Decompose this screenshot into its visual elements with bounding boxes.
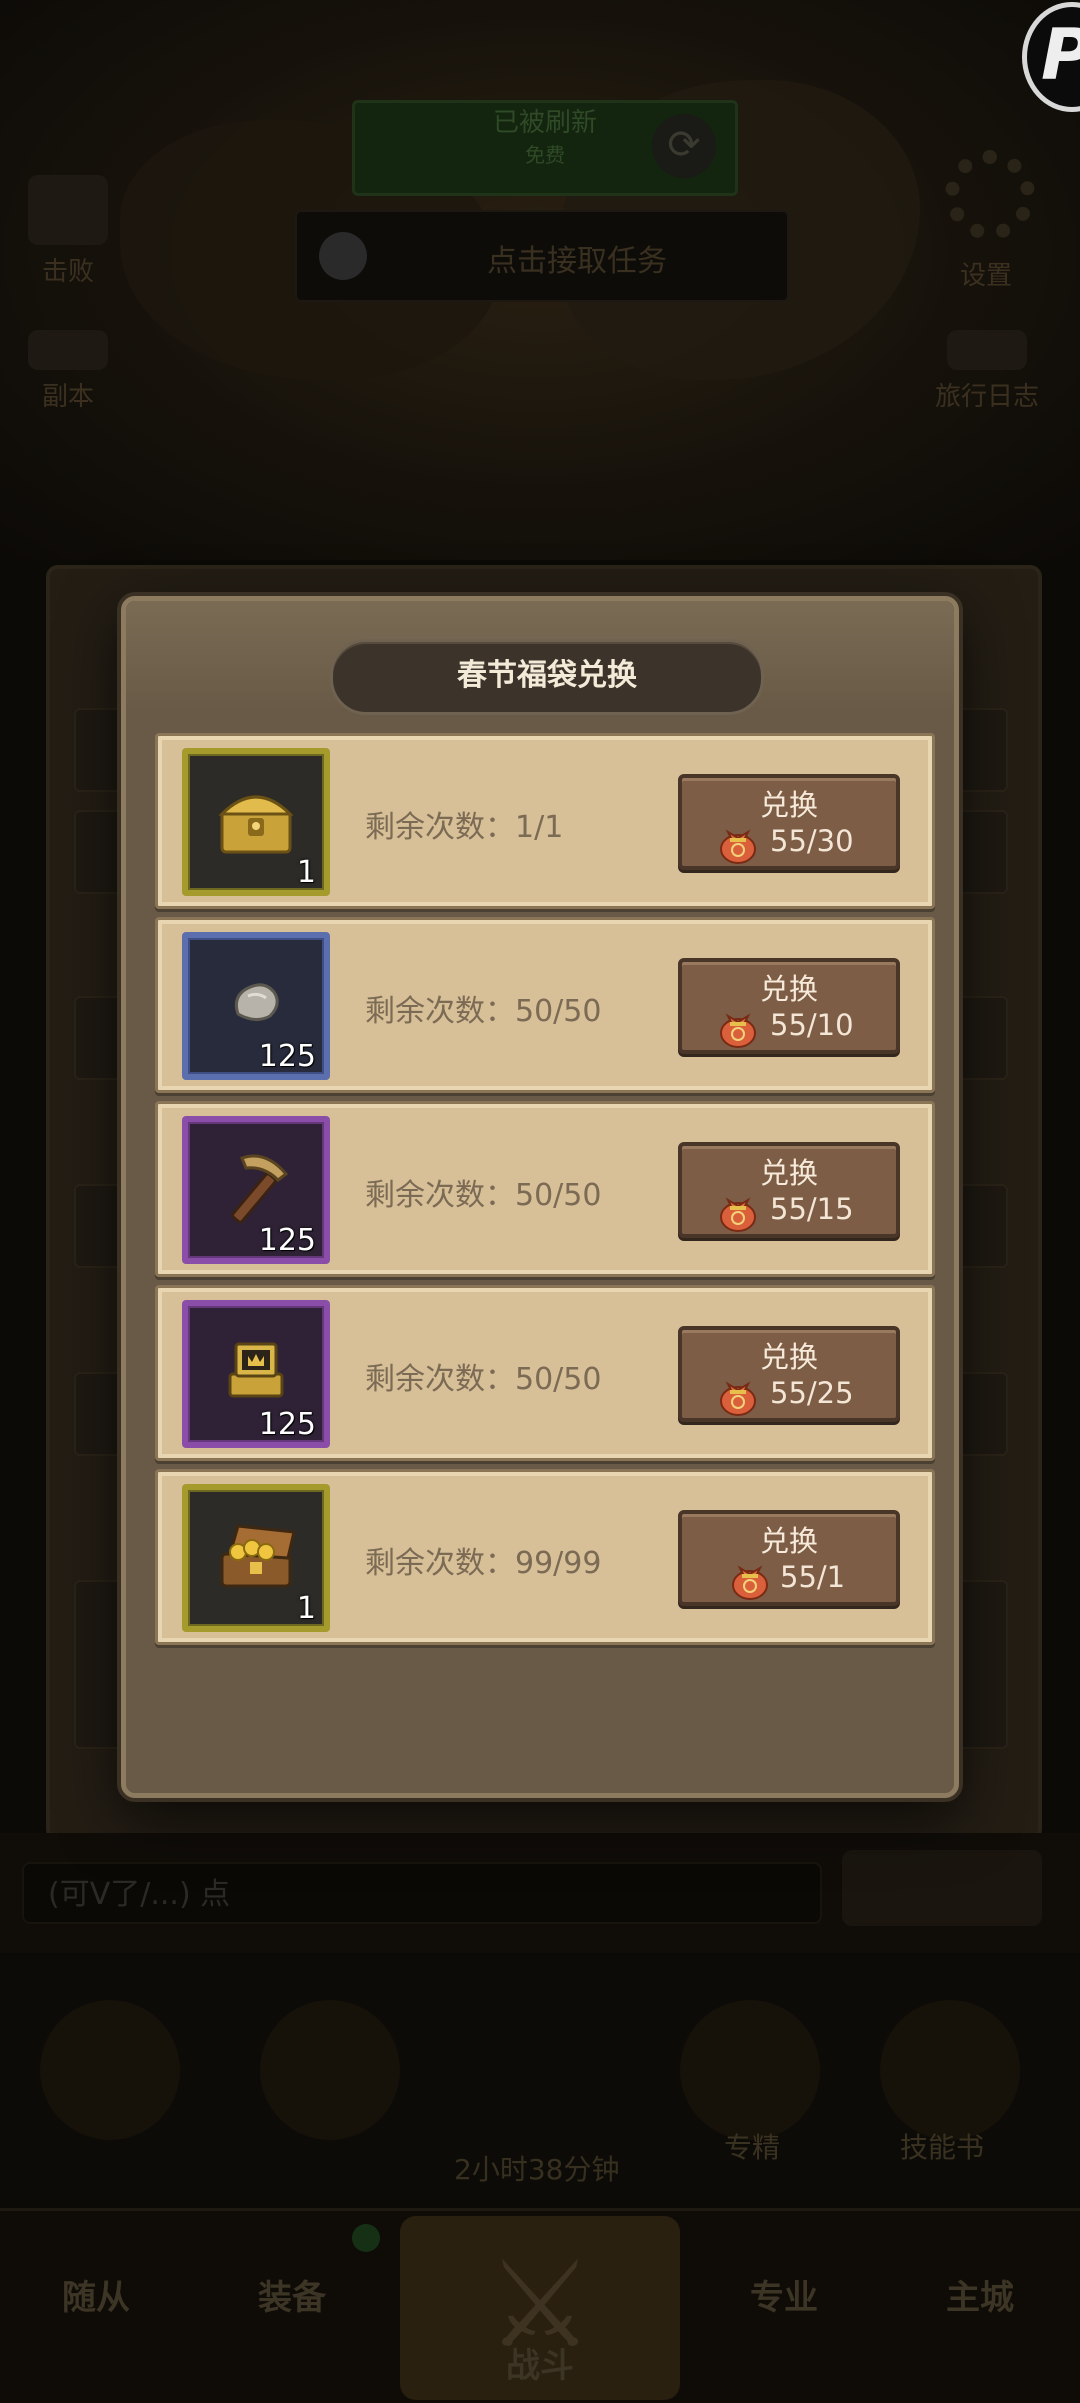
exchange-button[interactable]: 兑换 55/1	[678, 1510, 900, 1606]
gear-icon	[945, 150, 1035, 240]
action-slot	[680, 2000, 820, 2140]
task-text: 点击接取任务	[487, 244, 667, 279]
item-slot[interactable]: 1	[182, 1484, 330, 1632]
action-slot	[880, 2000, 1020, 2140]
refresh-icon: ⟳	[652, 114, 716, 178]
action-label: 专精	[724, 2131, 781, 2164]
exchange-row: 1 剩余次数：1/1 兑换 55/30	[155, 733, 935, 909]
side-button-left-2: 副本	[28, 330, 108, 413]
lucky-bag-icon	[720, 1381, 756, 1416]
notification-badge	[352, 2224, 380, 2252]
gold-coin-chest-icon	[220, 1524, 296, 1588]
side-label: 击败	[41, 257, 94, 287]
item-slot[interactable]: 125	[182, 1116, 330, 1264]
nav-battle: 战斗	[506, 2346, 574, 2386]
dungeon-icon	[28, 330, 108, 370]
exchange-cost: 55/25	[770, 1376, 854, 1410]
item-quantity: 125	[258, 1407, 316, 1442]
lucky-bag-icon	[720, 1013, 756, 1048]
accept-task-bar: 点击接取任务	[295, 210, 789, 302]
exchange-button[interactable]: 兑换 55/15	[678, 1142, 900, 1238]
action-label: 技能书	[900, 2131, 985, 2164]
nav-followers: 随从	[62, 2278, 130, 2318]
remaining-count: 剩余次数：50/50	[365, 1178, 602, 1213]
exchange-button-label: 兑换	[759, 972, 818, 1006]
log-book-icon	[947, 330, 1027, 370]
treasure-box-icon	[228, 1342, 284, 1398]
exchange-button-label: 兑换	[759, 788, 818, 822]
side-label: 副本	[41, 382, 94, 412]
action-timer: 2小时38分钟	[454, 2153, 620, 2186]
side-label: 旅行日志	[935, 382, 1040, 412]
side-button-settings: 设置	[960, 255, 1012, 292]
exchange-cost: 55/15	[770, 1192, 854, 1226]
exchange-button-label: 兑换	[759, 1340, 818, 1374]
item-quantity: 1	[296, 855, 316, 890]
exchange-row: 125 剩余次数：50/50 兑换 55/25	[155, 1285, 935, 1461]
nav-profession: 专业	[750, 2278, 818, 2318]
side-label: 设置	[960, 261, 1013, 291]
side-button-left-1: 击败	[28, 175, 108, 288]
lucky-bag-icon	[720, 829, 756, 864]
pickaxe-icon	[231, 1154, 289, 1224]
exchange-cost: 55/30	[770, 824, 854, 858]
item-quantity: 125	[258, 1039, 316, 1074]
remaining-count: 剩余次数：1/1	[365, 810, 564, 845]
action-slot	[40, 2000, 180, 2140]
action-slot	[260, 2000, 400, 2140]
exchange-button-label: 兑换	[759, 1524, 818, 1558]
item-slot[interactable]: 125	[182, 932, 330, 1080]
chat-input: (可V了/...) 点	[22, 1862, 822, 1924]
nav-equipment: 装备	[258, 2278, 326, 2318]
remaining-count: 剩余次数：50/50	[365, 994, 602, 1029]
stone-ore-icon	[234, 983, 279, 1021]
gold-chest-icon	[218, 795, 294, 854]
remaining-count: 剩余次数：99/99	[365, 1546, 602, 1581]
exchange-button[interactable]: 兑换 55/30	[678, 774, 900, 870]
exchange-button[interactable]: 兑换 55/10	[678, 958, 900, 1054]
exchange-row: 125 剩余次数：50/50 兑换 55/15	[155, 1101, 935, 1277]
exchange-cost: 55/10	[770, 1008, 854, 1042]
book-icon	[28, 175, 108, 245]
spring-festival-exchange-dialog: 春节福袋兑换 1 剩余次数：1/1 兑换 55/30 125 剩余次数：50/5…	[121, 596, 959, 1798]
item-slot[interactable]: 1	[182, 748, 330, 896]
lucky-bag-icon	[720, 1197, 756, 1232]
task-icon	[319, 232, 367, 280]
exchange-row: 125 剩余次数：50/50 兑换 55/10	[155, 917, 935, 1093]
lucky-bag-icon	[732, 1565, 768, 1600]
exchange-button-label: 兑换	[759, 1156, 818, 1190]
item-quantity: 1	[296, 1591, 316, 1626]
remaining-count: 剩余次数：50/50	[365, 1362, 602, 1397]
exchange-cost: 55/1	[780, 1560, 846, 1594]
exchange-row: 1 剩余次数：99/99 兑换 55/1	[155, 1469, 935, 1645]
item-slot[interactable]: 125	[182, 1300, 330, 1448]
nav-main-city: 主城	[946, 2278, 1014, 2318]
dialog-title: 春节福袋兑换	[330, 639, 764, 715]
chat-send-button	[842, 1850, 1042, 1926]
side-button-travel-log: 旅行日志	[935, 330, 1039, 413]
item-quantity: 125	[258, 1223, 316, 1258]
exchange-button[interactable]: 兑换 55/25	[678, 1326, 900, 1422]
